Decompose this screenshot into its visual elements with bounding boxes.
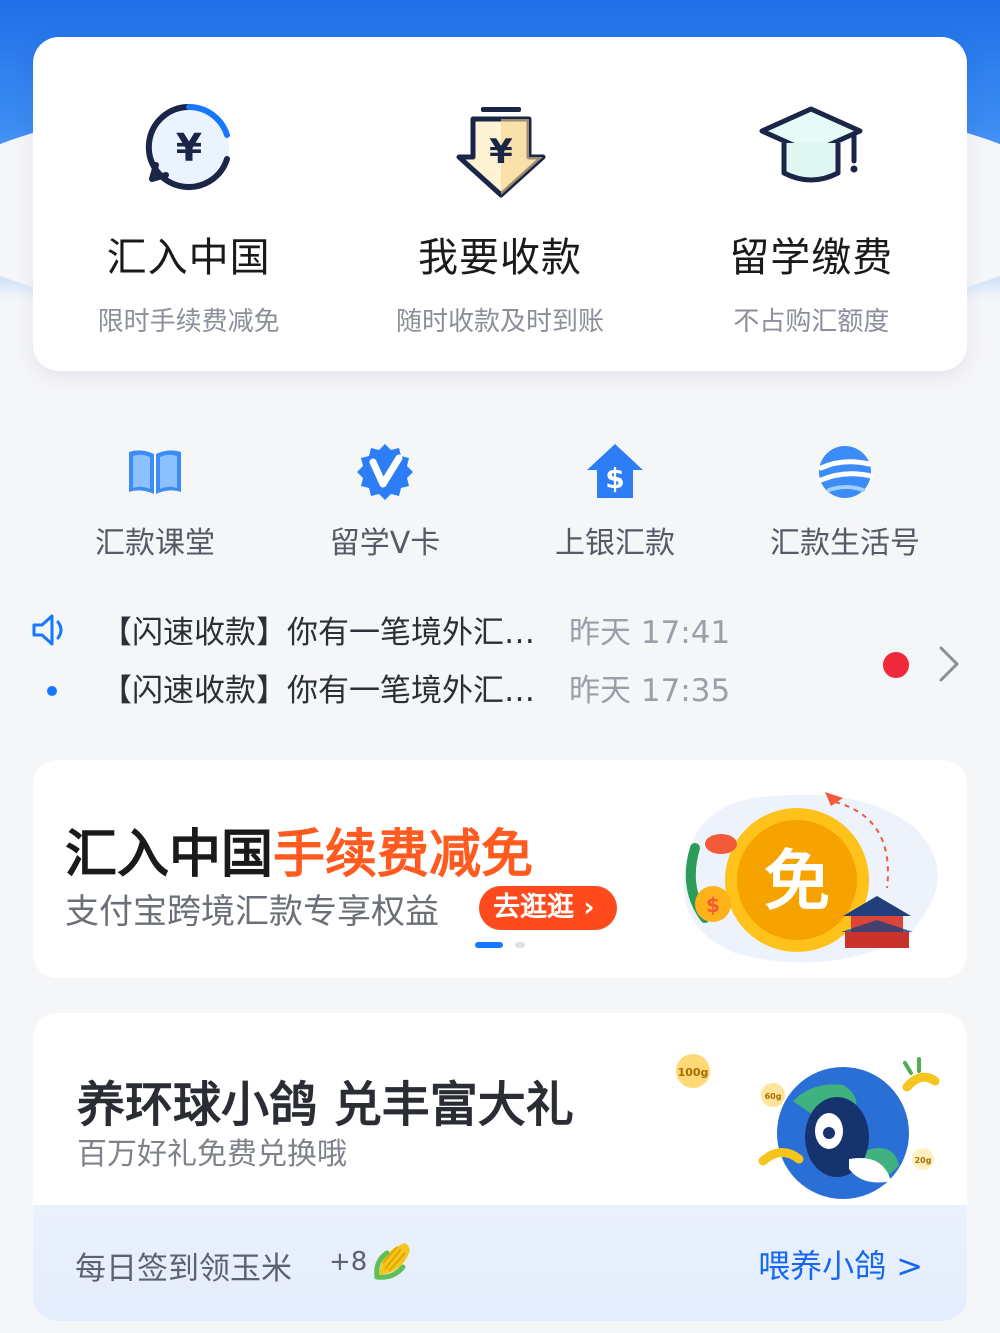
notice-row[interactable]: 【闪速收款】你有一笔境外汇款到账昨天 17:41 bbox=[101, 608, 730, 658]
notice-time: 昨天 17:41 bbox=[569, 615, 731, 651]
service-card: ¥ 汇入中国 限时手续费减免 ¥ 我要收款 随时收款及时到账 留学缴费 不占购汇… bbox=[33, 37, 967, 371]
globe-icon bbox=[818, 446, 874, 498]
notice-message: 【闪速收款】你有一笔境外汇款到账 bbox=[101, 673, 541, 709]
service-title: 留学缴费 bbox=[729, 235, 894, 281]
bullet-dot bbox=[47, 686, 57, 696]
service-subtitle: 随时收款及时到账 bbox=[395, 307, 604, 337]
graduation-cap-icon bbox=[759, 106, 863, 183]
banner-cta-button[interactable]: 去逛逛 › bbox=[479, 886, 617, 930]
banner-title: 汇入中国手续费减免 bbox=[65, 812, 533, 887]
banner-pager bbox=[475, 942, 525, 948]
game-subtitle: 百万好礼免费兑换哦 bbox=[77, 1137, 347, 1172]
svg-text:$: $ bbox=[706, 893, 720, 917]
daily-sign-in-bar: 每日签到领玉米 +8 喂养小鸽 > bbox=[33, 1205, 967, 1321]
badge-char: 免 bbox=[764, 843, 830, 920]
speaker-icon bbox=[32, 614, 63, 646]
grid-item-study-v-card[interactable]: 留学V卡 bbox=[270, 430, 500, 570]
svg-text:60g: 60g bbox=[765, 1092, 782, 1101]
banner-subtitle: 支付宝跨境汇款专享权益 bbox=[65, 892, 439, 932]
book-icon bbox=[129, 450, 181, 494]
notice-bar[interactable]: 【闪速收款】你有一笔境外汇款到账昨天 17:41 【闪速收款】你有一笔境外汇款到… bbox=[25, 598, 975, 728]
dollar-house-icon: $ bbox=[587, 444, 643, 498]
banner-title-main: 汇入中国 bbox=[65, 825, 274, 885]
service-study-abroad-fee[interactable]: 留学缴费 不占购汇额度 bbox=[656, 37, 967, 371]
grid-item-label: 上银汇款 bbox=[555, 526, 675, 561]
feed-pigeon-link[interactable]: 喂养小鸽 > bbox=[758, 1241, 923, 1287]
service-receive-money[interactable]: ¥ 我要收款 随时收款及时到账 bbox=[344, 37, 655, 371]
svg-text:100g: 100g bbox=[678, 1066, 709, 1079]
notice-message: 【闪速收款】你有一笔境外汇款到账 bbox=[101, 615, 541, 651]
yuan-download-icon: ¥ bbox=[456, 107, 546, 198]
pigeon-globe-illustration: 100g 60g 20g bbox=[676, 1054, 940, 1199]
fee-waiver-coin-illustration: 免 $ bbox=[683, 792, 938, 963]
grid-item-shanghai-bank-remit[interactable]: $ 上银汇款 bbox=[500, 430, 730, 570]
grid-item-label: 汇款生活号 bbox=[770, 526, 920, 561]
chevron-right-icon[interactable] bbox=[933, 644, 963, 684]
yuan-refresh-icon: ¥ bbox=[145, 103, 230, 190]
grid-item-label: 汇款课堂 bbox=[95, 526, 215, 561]
quick-entry-grid: 汇款课堂 留学V卡 $ 上银汇款 汇款生活号 bbox=[40, 430, 960, 570]
feed-label: 喂养小鸽 bbox=[758, 1247, 887, 1285]
banner-title-highlight: 手续费减免 bbox=[273, 825, 534, 885]
svg-text:¥: ¥ bbox=[489, 132, 513, 172]
pigeon-game-card[interactable]: 养环球小鸽 兑丰富大礼 百万好礼免费兑换哦 100g 60g 20g 每日签到领… bbox=[33, 1013, 967, 1321]
v-card-icon bbox=[357, 444, 413, 500]
svg-text:20g: 20g bbox=[915, 1156, 932, 1165]
game-title: 养环球小鸽 兑丰富大礼 bbox=[77, 1077, 574, 1133]
service-title: 汇入中国 bbox=[106, 235, 271, 281]
service-subtitle: 限时手续费减免 bbox=[97, 307, 280, 337]
feed-arrow: > bbox=[896, 1247, 923, 1285]
promo-banner[interactable]: 汇入中国手续费减免 支付宝跨境汇款专享权益 去逛逛 › 免 $ bbox=[33, 760, 967, 978]
corn-icon bbox=[374, 1243, 410, 1280]
svg-text:$: $ bbox=[605, 462, 624, 495]
notice-time: 昨天 17:35 bbox=[569, 673, 731, 709]
service-title: 我要收款 bbox=[417, 235, 582, 281]
notice-row[interactable]: 【闪速收款】你有一笔境外汇款到账昨天 17:35 bbox=[101, 666, 730, 716]
grid-item-remit-life-account[interactable]: 汇款生活号 bbox=[730, 430, 960, 570]
grid-item-label: 留学V卡 bbox=[329, 526, 441, 561]
sign-in-label: 每日签到领玉米 bbox=[75, 1251, 292, 1287]
service-remit-to-china[interactable]: ¥ 汇入中国 限时手续费减免 bbox=[33, 37, 344, 371]
svg-text:¥: ¥ bbox=[175, 126, 201, 170]
grid-item-remit-class[interactable]: 汇款课堂 bbox=[40, 430, 270, 570]
sign-in-bonus: +8 bbox=[329, 1247, 368, 1277]
service-subtitle: 不占购汇额度 bbox=[733, 307, 890, 337]
unread-dot bbox=[883, 652, 909, 678]
